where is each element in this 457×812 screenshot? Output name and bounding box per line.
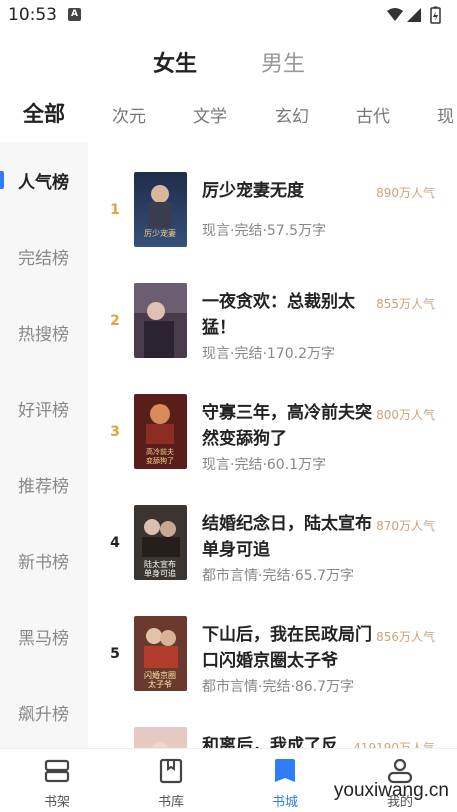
sidebar-item-label: 完结榜	[18, 249, 69, 269]
book-cover[interactable]: 厉少宠妻	[134, 172, 187, 247]
notification-a-icon: A	[68, 8, 81, 21]
gender-tabs: 女生 男生	[0, 46, 457, 82]
book-rank: 1	[110, 202, 120, 218]
book-title: 厉少宠妻无度	[202, 181, 304, 201]
category-tab-gudai[interactable]: 古代	[356, 102, 390, 127]
svg-text:厉少宠妻: 厉少宠妻	[144, 228, 176, 238]
book-cover[interactable]: 陆太宣布 单身可追	[134, 505, 187, 580]
book-popularity: 870万人气	[376, 519, 435, 533]
svg-text:闪婚京圈: 闪婚京圈	[144, 670, 176, 680]
book-popularity: 855万人气	[376, 297, 435, 311]
svg-text:变舔狗了: 变舔狗了	[146, 456, 174, 465]
signal-icon	[407, 8, 421, 22]
book-title: 和离后，我成了反	[202, 736, 338, 748]
sidebar-item-dark-horse[interactable]: 黑马榜	[0, 598, 88, 674]
sidebar-item-new[interactable]: 新书榜	[0, 522, 88, 598]
book-title: 一夜贪欢：总裁别太猛！	[202, 292, 355, 338]
bookshelf-icon	[44, 759, 70, 783]
book-rank: 3	[110, 424, 120, 440]
book-item[interactable]: 3 高冷前夫 变舔狗了 守寡三年，高冷前夫突然变舔狗了 现言·完结·60.1万字…	[88, 364, 457, 475]
tab-male[interactable]: 男生	[261, 46, 305, 78]
book-popularity: 890万人气	[376, 186, 435, 200]
sidebar-item-label: 好评榜	[18, 401, 69, 421]
book-title: 守寡三年，高冷前夫突然变舔狗了	[202, 403, 372, 449]
sidebar-item-label: 黑马榜	[18, 629, 69, 649]
book-popularity: 419190万人气	[353, 741, 435, 748]
sidebar-item-label: 新书榜	[18, 553, 69, 573]
sidebar-item-hot-search[interactable]: 热搜榜	[0, 294, 88, 370]
library-icon	[159, 758, 183, 784]
book-title: 下山后，我在民政局门口闪婚京圈太子爷	[202, 625, 372, 671]
book-popularity: 800万人气	[376, 408, 435, 422]
svg-text:高冷前夫: 高冷前夫	[146, 447, 174, 456]
book-meta: 现言·完结·57.5万字	[202, 223, 327, 239]
sidebar-item-rising[interactable]: 飙升榜	[0, 674, 88, 750]
category-tab-xian[interactable]: 现	[437, 102, 454, 127]
book-popularity: 856万人气	[376, 630, 435, 644]
nav-library[interactable]: 书库	[131, 749, 211, 812]
book-meta: 都市言情·完结·65.7万字	[202, 568, 355, 584]
nav-label: 书城	[271, 795, 298, 810]
sidebar-item-label: 飙升榜	[18, 705, 69, 725]
svg-text:陆太宣布: 陆太宣布	[144, 559, 176, 569]
book-rank: 5	[110, 646, 120, 662]
book-item[interactable]: 2 一夜贪欢：总裁别太猛！ 现言·完结·170.2万字 855万人气	[88, 253, 457, 364]
sidebar-item-top-rated[interactable]: 好评榜	[0, 370, 88, 446]
book-meta: 现言·完结·170.2万字	[202, 346, 335, 362]
nav-label: 书架	[43, 795, 70, 810]
active-indicator	[0, 171, 4, 189]
nav-bookstore[interactable]: 书城	[245, 749, 325, 812]
book-cover[interactable]: 闪婚京圈 太子爷	[134, 616, 187, 691]
status-bar: 10:53 A	[0, 0, 457, 32]
sidebar-item-recommended[interactable]: 推荐榜	[0, 446, 88, 522]
watermark: youxiwang.cn	[333, 780, 449, 801]
book-meta: 都市言情·完结·86.7万字	[202, 679, 355, 695]
svg-text:单身可追: 单身可追	[144, 568, 176, 578]
category-tabs: 全部 次元 文学 玄幻 古代 现	[0, 98, 457, 128]
nav-bookshelf[interactable]: 书架	[17, 749, 97, 812]
sidebar-item-popularity[interactable]: 人气榜	[0, 142, 88, 218]
tab-female[interactable]: 女生	[153, 46, 197, 78]
category-tab-ciyuan[interactable]: 次元	[112, 102, 146, 127]
nav-label: 书库	[157, 795, 184, 810]
sidebar-item-completed[interactable]: 完结榜	[0, 218, 88, 294]
sidebar-item-label: 人气榜	[18, 173, 69, 193]
book-title: 结婚纪念日，陆太宣布单身可追	[202, 514, 372, 560]
book-cover[interactable]: 高冷前夫 变舔狗了	[134, 394, 187, 469]
svg-text:太子爷: 太子爷	[148, 679, 172, 689]
ranking-sidebar: 人气榜 完结榜 热搜榜 好评榜 推荐榜 新书榜 黑马榜 飙升榜	[0, 142, 88, 748]
sidebar-item-label: 推荐榜	[18, 477, 69, 497]
book-item[interactable]: 4 陆太宣布 单身可追 结婚纪念日，陆太宣布单身可追 都市言情·完结·65.7万…	[88, 475, 457, 586]
book-rank: 2	[110, 313, 120, 329]
sidebar-item-label: 热搜榜	[18, 325, 69, 345]
wifi-icon	[387, 8, 403, 21]
book-item[interactable]: 1 厉少宠妻 厉少宠妻无度 现言·完结·57.5万字 890万人气	[88, 142, 457, 253]
book-meta: 现言·完结·60.1万字	[202, 457, 327, 473]
book-item[interactable]: 和离后，我成了反 419190万人气	[88, 697, 457, 748]
status-icons	[387, 6, 441, 24]
book-rank: 4	[110, 535, 120, 551]
category-tab-wenxue[interactable]: 文学	[193, 102, 227, 127]
bookstore-icon	[275, 759, 295, 782]
book-cover[interactable]	[134, 283, 187, 358]
book-list: 1 厉少宠妻 厉少宠妻无度 现言·完结·57.5万字 890万人气 2 一夜贪欢…	[88, 142, 457, 748]
book-cover[interactable]	[134, 727, 187, 748]
status-time: 10:53	[8, 5, 57, 25]
category-tab-all[interactable]: 全部	[23, 98, 65, 128]
book-item[interactable]: 5 闪婚京圈 太子爷 下山后，我在民政局门口闪婚京圈太子爷 都市言情·完结·86…	[88, 586, 457, 697]
category-tab-xuanhuan[interactable]: 玄幻	[275, 102, 309, 127]
